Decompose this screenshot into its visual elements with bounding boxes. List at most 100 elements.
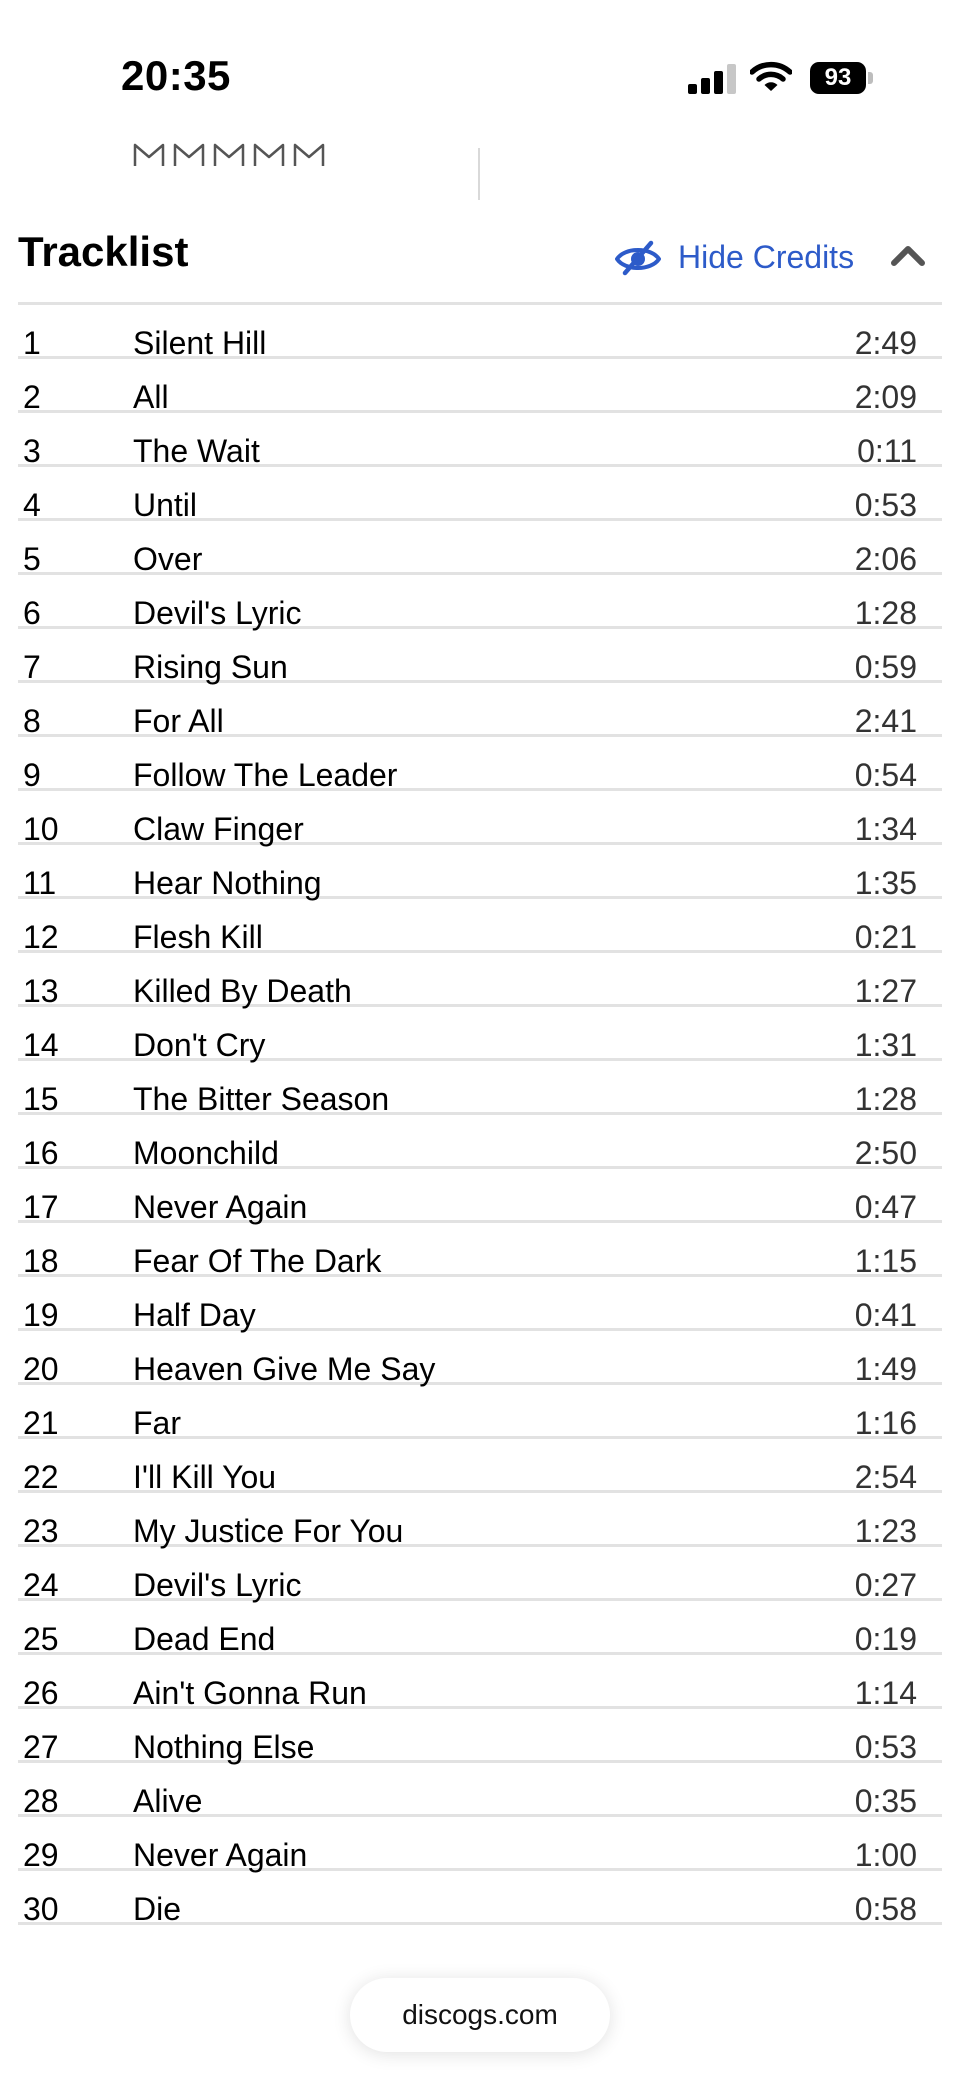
track-row[interactable]: 5 Over 2:06 (18, 521, 942, 575)
track-title: Devil's Lyric (133, 595, 302, 631)
track-row[interactable]: 10 Claw Finger 1:34 (18, 791, 942, 845)
track-row[interactable]: 18 Fear Of The Dark 1:15 (18, 1223, 942, 1277)
track-title: Killed By Death (133, 973, 352, 1009)
track-row[interactable]: 4 Until 0:53 (18, 467, 942, 521)
track-title: Over (133, 541, 203, 577)
star-outline-icon[interactable] (172, 140, 206, 170)
track-title: Alive (133, 1783, 203, 1819)
track-duration: 1:34 (854, 811, 917, 847)
track-duration: 2:41 (854, 703, 917, 739)
track-duration: 0:21 (854, 919, 917, 955)
star-rating[interactable] (132, 140, 326, 170)
track-row[interactable]: 8 For All 2:41 (18, 683, 942, 737)
track-duration: 0:54 (854, 757, 917, 793)
track-row[interactable]: 6 Devil's Lyric 1:28 (18, 575, 942, 629)
track-row[interactable]: 1 Silent Hill 2:49 (18, 305, 942, 359)
tracklist-header: Tracklist Hide Credits (18, 220, 942, 302)
battery-icon: 93 (810, 62, 874, 94)
track-row[interactable]: 12 Flesh Kill 0:21 (18, 899, 942, 953)
track-row[interactable]: 9 Follow The Leader 0:54 (18, 737, 942, 791)
track-row[interactable]: 25 Dead End 0:19 (18, 1601, 942, 1655)
track-title: The Wait (133, 433, 260, 469)
track-title: All (133, 379, 169, 415)
track-position: 1 (23, 325, 41, 361)
track-duration: 1:28 (854, 595, 917, 631)
track-row[interactable]: 2 All 2:09 (18, 359, 942, 413)
track-duration: 1:15 (854, 1243, 917, 1279)
track-position: 13 (23, 973, 59, 1009)
track-position: 8 (23, 703, 41, 739)
track-duration: 2:50 (854, 1135, 917, 1171)
hide-credits-button[interactable]: Hide Credits (614, 234, 854, 280)
track-duration: 1:16 (854, 1405, 917, 1441)
track-row[interactable]: 24 Devil's Lyric 0:27 (18, 1547, 942, 1601)
track-duration: 2:54 (854, 1459, 917, 1495)
track-duration: 1:35 (854, 865, 917, 901)
track-row[interactable]: 17 Never Again 0:47 (18, 1169, 942, 1223)
track-row[interactable]: 19 Half Day 0:41 (18, 1277, 942, 1331)
track-title: Heaven Give Me Say (133, 1351, 436, 1387)
track-position: 24 (23, 1567, 59, 1603)
track-title: Claw Finger (133, 811, 304, 847)
track-row[interactable]: 21 Far 1:16 (18, 1385, 942, 1439)
track-row[interactable]: 14 Don't Cry 1:31 (18, 1007, 942, 1061)
track-duration: 2:49 (854, 325, 917, 361)
track-position: 21 (23, 1405, 59, 1441)
track-duration: 1:23 (854, 1513, 917, 1549)
track-duration: 1:28 (854, 1081, 917, 1117)
track-row[interactable]: 29 Never Again 1:00 (18, 1817, 942, 1871)
track-duration: 0:47 (854, 1189, 917, 1225)
track-row[interactable]: 22 I'll Kill You 2:54 (18, 1439, 942, 1493)
track-position: 26 (23, 1675, 59, 1711)
star-outline-icon[interactable] (212, 140, 246, 170)
track-title: I'll Kill You (133, 1459, 277, 1495)
track-row[interactable]: 26 Ain't Gonna Run 1:14 (18, 1655, 942, 1709)
status-time: 20:35 (121, 52, 231, 99)
track-title: Half Day (133, 1297, 256, 1333)
eye-slash-icon (615, 240, 661, 276)
wifi-icon (750, 61, 792, 91)
track-position: 28 (23, 1783, 59, 1819)
track-position: 23 (23, 1513, 59, 1549)
track-title: Never Again (133, 1837, 308, 1873)
track-position: 29 (23, 1837, 59, 1873)
track-row[interactable]: 30 Die 0:58 (18, 1871, 942, 1925)
track-title: Silent Hill (133, 325, 267, 361)
track-title: Dead End (133, 1621, 276, 1657)
track-row[interactable]: 28 Alive 0:35 (18, 1763, 942, 1817)
track-row[interactable]: 3 The Wait 0:11 (18, 413, 942, 467)
chevron-up-icon[interactable] (888, 236, 928, 276)
track-title: Devil's Lyric (133, 1567, 302, 1603)
address-bar-url[interactable]: discogs.com (350, 1978, 610, 2052)
battery-level: 93 (810, 62, 866, 94)
track-duration: 0:53 (854, 1729, 917, 1765)
track-row[interactable]: 11 Hear Nothing 1:35 (18, 845, 942, 899)
star-outline-icon[interactable] (292, 140, 326, 170)
track-position: 5 (23, 541, 41, 577)
tracklist: 1 Silent Hill 2:49 2 All 2:09 3 The Wait 0:11 … (18, 305, 942, 1925)
track-position: 17 (23, 1189, 59, 1225)
track-title: Don't Cry (133, 1027, 266, 1063)
track-duration: 1:14 (854, 1675, 917, 1711)
track-row[interactable]: 15 The Bitter Season 1:28 (18, 1061, 942, 1115)
track-position: 6 (23, 595, 41, 631)
track-row[interactable]: 23 My Justice For You 1:23 (18, 1493, 942, 1547)
track-row[interactable]: 13 Killed By Death 1:27 (18, 953, 942, 1007)
track-row[interactable]: 16 Moonchild 2:50 (18, 1115, 942, 1169)
track-row[interactable]: 20 Heaven Give Me Say 1:49 (18, 1331, 942, 1385)
track-duration: 2:09 (854, 379, 917, 415)
track-title: For All (133, 703, 224, 739)
track-row[interactable]: 27 Nothing Else 0:53 (18, 1709, 942, 1763)
track-position: 3 (23, 433, 41, 469)
track-duration: 0:58 (854, 1891, 917, 1927)
track-duration: 0:53 (854, 487, 917, 523)
track-title: Moonchild (133, 1135, 279, 1171)
track-position: 20 (23, 1351, 59, 1387)
star-outline-icon[interactable] (252, 140, 286, 170)
track-title: Hear Nothing (133, 865, 322, 901)
track-row[interactable]: 7 Rising Sun 0:59 (18, 629, 942, 683)
star-outline-icon[interactable] (132, 140, 166, 170)
track-position: 9 (23, 757, 41, 793)
track-duration: 1:49 (854, 1351, 917, 1387)
track-title: Fear Of The Dark (133, 1243, 382, 1279)
